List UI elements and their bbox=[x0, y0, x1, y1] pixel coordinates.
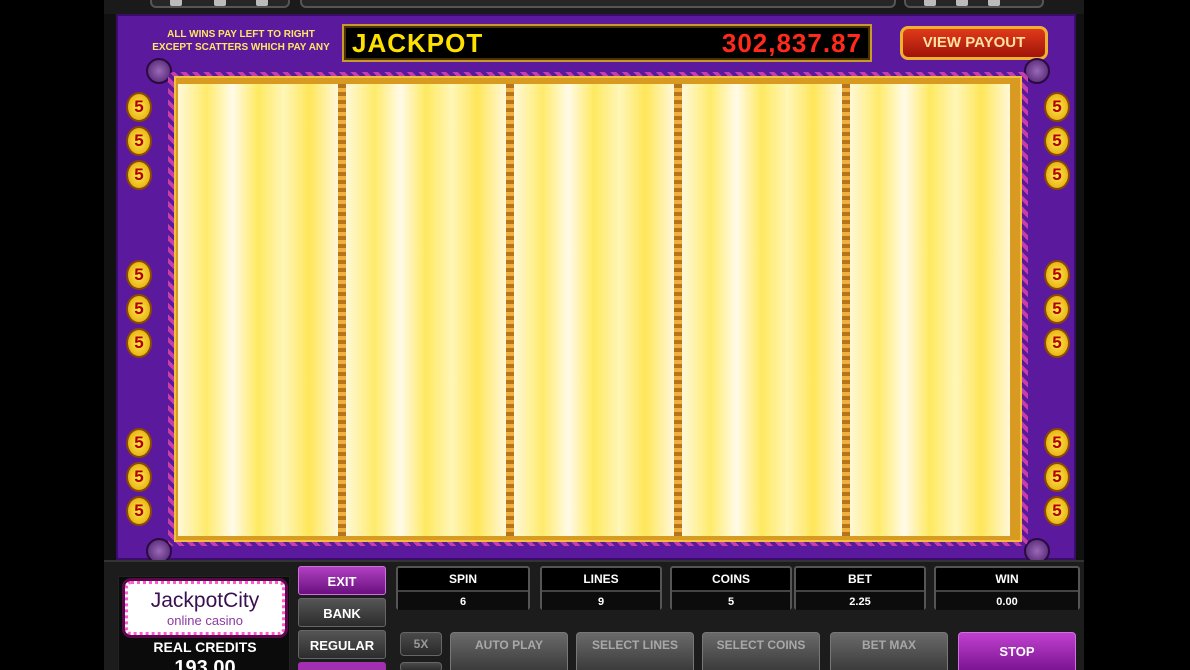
reel-divider bbox=[674, 84, 682, 536]
payline-marker[interactable]: 5 bbox=[1044, 294, 1070, 324]
control-console: JackpotCity online casino REAL CREDITS 1… bbox=[104, 560, 1084, 670]
credits-label: REAL CREDITS bbox=[153, 639, 257, 655]
toolbar-icon-1[interactable] bbox=[170, 0, 182, 6]
coins-label: COINS bbox=[711, 572, 750, 586]
toolbar-icon-3[interactable] bbox=[256, 0, 268, 6]
payline-marker[interactable]: 5 bbox=[1044, 260, 1070, 290]
toolbar-icon-4[interactable] bbox=[924, 0, 936, 6]
toolbar-icon-5[interactable] bbox=[988, 0, 1000, 6]
reel-4 bbox=[682, 84, 842, 536]
multiplier-button[interactable]: 5X bbox=[400, 632, 442, 656]
brand-subtitle: online casino bbox=[167, 613, 243, 628]
payline-marker[interactable]: 5 bbox=[126, 260, 152, 290]
toolbar-icon-2[interactable] bbox=[214, 0, 226, 6]
win-display: WIN 0.00 bbox=[934, 566, 1080, 610]
casino-logo: JackpotCity online casino bbox=[125, 581, 285, 635]
reel-window bbox=[168, 72, 1028, 546]
side-menu-strip[interactable] bbox=[298, 662, 386, 670]
spin-value: 6 bbox=[398, 590, 528, 610]
lines-label: LINES bbox=[583, 572, 619, 586]
payline-marker[interactable]: 5 bbox=[1044, 428, 1070, 458]
spin-label: SPIN bbox=[448, 572, 477, 586]
stop-button[interactable]: STOP bbox=[958, 632, 1076, 670]
reel-frame bbox=[174, 76, 1022, 542]
bet-value: 2.25 bbox=[796, 590, 924, 610]
reel-1 bbox=[178, 84, 338, 536]
view-payout-button[interactable]: VIEW PAYOUT bbox=[900, 26, 1048, 60]
payline-marker[interactable]: 5 bbox=[126, 428, 152, 458]
spin-display: SPIN 6 bbox=[396, 566, 530, 610]
auto-play-button[interactable]: AUTO PLAY bbox=[450, 632, 568, 670]
payline-marker[interactable]: 5 bbox=[126, 328, 152, 358]
payline-marker[interactable]: 5 bbox=[126, 496, 152, 526]
payline-marker[interactable]: 5 bbox=[126, 462, 152, 492]
brand-name: JackpotCity bbox=[150, 589, 260, 612]
lines-value: 9 bbox=[542, 590, 660, 610]
exit-button[interactable]: EXIT bbox=[298, 566, 386, 595]
brand-panel: JackpotCity online casino REAL CREDITS 1… bbox=[118, 576, 290, 670]
coins-value: 5 bbox=[672, 590, 790, 610]
top-toolbar-title-bar bbox=[300, 0, 896, 8]
secondary-small-button[interactable] bbox=[400, 662, 442, 670]
coins-display: COINS 5 bbox=[670, 566, 792, 610]
sound-icon[interactable] bbox=[956, 0, 968, 6]
payline-marker[interactable]: 5 bbox=[126, 294, 152, 324]
regular-button[interactable]: REGULAR bbox=[298, 630, 386, 659]
select-lines-button[interactable]: SELECT LINES bbox=[576, 632, 694, 670]
game-frame: ALL WINS PAY LEFT TO RIGHT EXCEPT SCATTE… bbox=[104, 0, 1084, 670]
bank-button[interactable]: BANK bbox=[298, 598, 386, 627]
credits-value: 193.00 bbox=[174, 657, 236, 670]
win-label: WIN bbox=[995, 572, 1019, 586]
bet-display: BET 2.25 bbox=[794, 566, 926, 610]
reel-5 bbox=[850, 84, 1010, 536]
reel-divider bbox=[338, 84, 346, 536]
payline-marker[interactable]: 5 bbox=[1044, 126, 1070, 156]
jackpot-label: JACKPOT bbox=[352, 28, 484, 58]
paylines-info: ALL WINS PAY LEFT TO RIGHT EXCEPT SCATTE… bbox=[152, 29, 330, 53]
win-value: 0.00 bbox=[936, 590, 1078, 610]
payline-marker[interactable]: 5 bbox=[126, 160, 152, 190]
reel-2 bbox=[346, 84, 506, 536]
jackpot-amount: 302,837.87 bbox=[721, 28, 862, 58]
payline-marker[interactable]: 5 bbox=[1044, 160, 1070, 190]
lines-display: LINES 9 bbox=[540, 566, 662, 610]
payline-marker[interactable]: 5 bbox=[1044, 462, 1070, 492]
top-toolbar bbox=[104, 0, 1084, 14]
jackpot-display: JACKPOT 302,837.87 bbox=[342, 24, 872, 62]
bet-label: BET bbox=[848, 572, 872, 586]
slot-board: ALL WINS PAY LEFT TO RIGHT EXCEPT SCATTE… bbox=[116, 14, 1076, 564]
select-coins-button[interactable]: SELECT COINS bbox=[702, 632, 820, 670]
bet-max-button[interactable]: BET MAX bbox=[830, 632, 948, 670]
reel-divider bbox=[506, 84, 514, 536]
payline-marker[interactable]: 5 bbox=[1044, 496, 1070, 526]
payline-marker[interactable]: 5 bbox=[126, 92, 152, 122]
payline-marker[interactable]: 5 bbox=[1044, 92, 1070, 122]
reel-divider bbox=[842, 84, 850, 536]
reel-3 bbox=[514, 84, 674, 536]
payline-marker[interactable]: 5 bbox=[1044, 328, 1070, 358]
payline-marker[interactable]: 5 bbox=[126, 126, 152, 156]
